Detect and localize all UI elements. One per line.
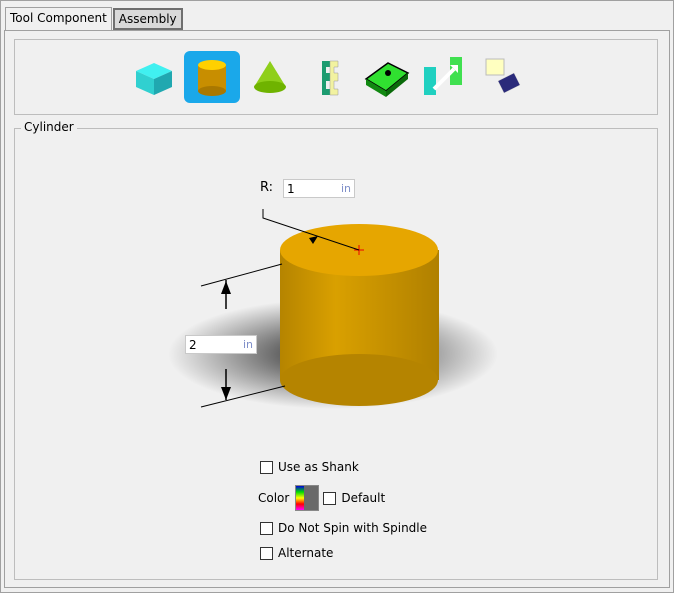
color-swatch-button[interactable] xyxy=(295,485,320,511)
radius-label: R: xyxy=(260,180,274,195)
box-button[interactable] xyxy=(126,51,182,103)
use-as-shank-checkbox[interactable] xyxy=(260,460,273,474)
box-icon xyxy=(136,63,172,95)
radius-unit: in xyxy=(340,182,351,195)
alternate-label: Alternate xyxy=(278,546,334,560)
cone-icon xyxy=(254,61,286,93)
tab-content: Cylinder R: 1 in 2 in Use as Shank Color… xyxy=(4,30,670,588)
use-as-shank-row[interactable]: Use as Shank xyxy=(260,460,359,474)
height-field[interactable]: 2 in xyxy=(185,335,257,354)
tab-bar: Tool Component Assembly xyxy=(5,7,183,31)
cylinder-bottom xyxy=(280,354,438,406)
tool-editor-window: Tool Component Assembly Cylinder R: 1 in… xyxy=(0,0,674,593)
height-value: 2 xyxy=(189,338,197,352)
default-color-checkbox[interactable] xyxy=(323,491,337,505)
alternate-checkbox[interactable] xyxy=(260,546,273,560)
tab-tool-component[interactable]: Tool Component xyxy=(5,7,112,31)
no-spin-checkbox[interactable] xyxy=(260,521,273,535)
radius-field[interactable]: 1 in xyxy=(283,179,355,198)
no-spin-label: Do Not Spin with Spindle xyxy=(278,521,428,535)
cylinder-group: Cylinder R: 1 in 2 in Use as Shank Color… xyxy=(14,120,658,580)
default-color-label: Default xyxy=(341,491,386,505)
cone-button[interactable] xyxy=(242,51,298,103)
color-label: Color xyxy=(258,491,290,505)
extrude-button[interactable] xyxy=(416,51,472,103)
height-unit: in xyxy=(242,338,253,351)
alternate-row[interactable]: Alternate xyxy=(260,546,333,560)
radius-value: 1 xyxy=(287,182,295,196)
shape-toolbar xyxy=(14,39,658,115)
mesh-button[interactable] xyxy=(358,51,414,103)
profile-button[interactable] xyxy=(300,51,356,103)
assembly-button[interactable] xyxy=(474,51,530,103)
cylinder-button[interactable] xyxy=(184,51,240,103)
tab-assembly[interactable]: Assembly xyxy=(112,8,183,30)
no-spin-row[interactable]: Do Not Spin with Spindle xyxy=(260,521,427,535)
color-row: Color Default xyxy=(258,485,385,511)
assembly-icon xyxy=(485,58,521,94)
cylinder-icon xyxy=(198,60,226,96)
profile-icon xyxy=(322,60,339,96)
mesh-icon xyxy=(364,62,410,97)
extrude-icon xyxy=(424,57,462,95)
use-as-shank-label: Use as Shank xyxy=(278,460,359,474)
